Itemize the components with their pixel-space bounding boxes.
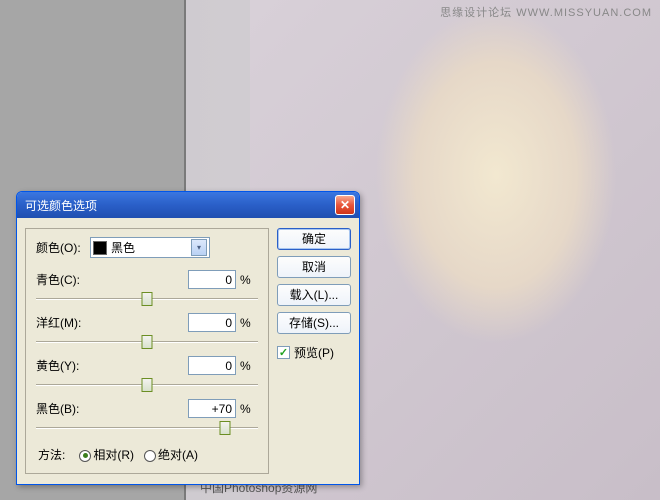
dialog-title: 可选颜色选项 (25, 197, 335, 214)
selective-color-dialog: 可选颜色选项 ✕ 颜色(O): 黑色 ▾ 青色(C): % (16, 191, 360, 485)
black-input[interactable] (188, 399, 236, 418)
magenta-label: 洋红(M): (36, 314, 188, 331)
cyan-row: 青色(C): % (36, 270, 258, 309)
cyan-slider[interactable] (36, 291, 258, 309)
preview-checkbox[interactable]: ✓ 预览(P) (277, 344, 351, 361)
color-label: 颜色(O): (36, 239, 90, 256)
black-label: 黑色(B): (36, 400, 188, 417)
save-button[interactable]: 存储(S)... (277, 312, 351, 334)
magenta-slider[interactable] (36, 334, 258, 352)
yellow-label: 黄色(Y): (36, 357, 188, 374)
buttons-panel: 确定 取消 载入(L)... 存储(S)... ✓ 预览(P) (277, 228, 351, 474)
yellow-slider[interactable] (36, 377, 258, 395)
cancel-button[interactable]: 取消 (277, 256, 351, 278)
magenta-row: 洋红(M): % (36, 313, 258, 352)
titlebar[interactable]: 可选颜色选项 ✕ (17, 192, 359, 218)
yellow-row: 黄色(Y): % (36, 356, 258, 395)
color-dropdown[interactable]: 黑色 ▾ (90, 237, 210, 258)
cyan-input[interactable] (188, 270, 236, 289)
color-selected-text: 黑色 (111, 239, 191, 256)
percent-sign: % (236, 273, 258, 287)
close-button[interactable]: ✕ (335, 195, 355, 215)
controls-panel: 颜色(O): 黑色 ▾ 青色(C): % 洋红( (25, 228, 269, 474)
ok-button[interactable]: 确定 (277, 228, 351, 250)
yellow-input[interactable] (188, 356, 236, 375)
radio-absolute[interactable]: 绝对(A) (144, 446, 198, 463)
check-icon: ✓ (277, 346, 290, 359)
preview-label: 预览(P) (294, 344, 334, 361)
black-row: 黑色(B): % (36, 399, 258, 438)
close-icon: ✕ (340, 198, 350, 212)
color-swatch (93, 241, 107, 255)
watermark-top: 思缘设计论坛 WWW.MISSYUAN.COM (440, 4, 652, 20)
cyan-label: 青色(C): (36, 271, 188, 288)
method-label: 方法: (38, 446, 65, 463)
method-row: 方法: 相对(R) 绝对(A) (36, 446, 258, 463)
radio-relative[interactable]: 相对(R) (79, 446, 134, 463)
load-button[interactable]: 载入(L)... (277, 284, 351, 306)
chevron-down-icon: ▾ (191, 239, 207, 256)
magenta-input[interactable] (188, 313, 236, 332)
black-slider[interactable] (36, 420, 258, 438)
